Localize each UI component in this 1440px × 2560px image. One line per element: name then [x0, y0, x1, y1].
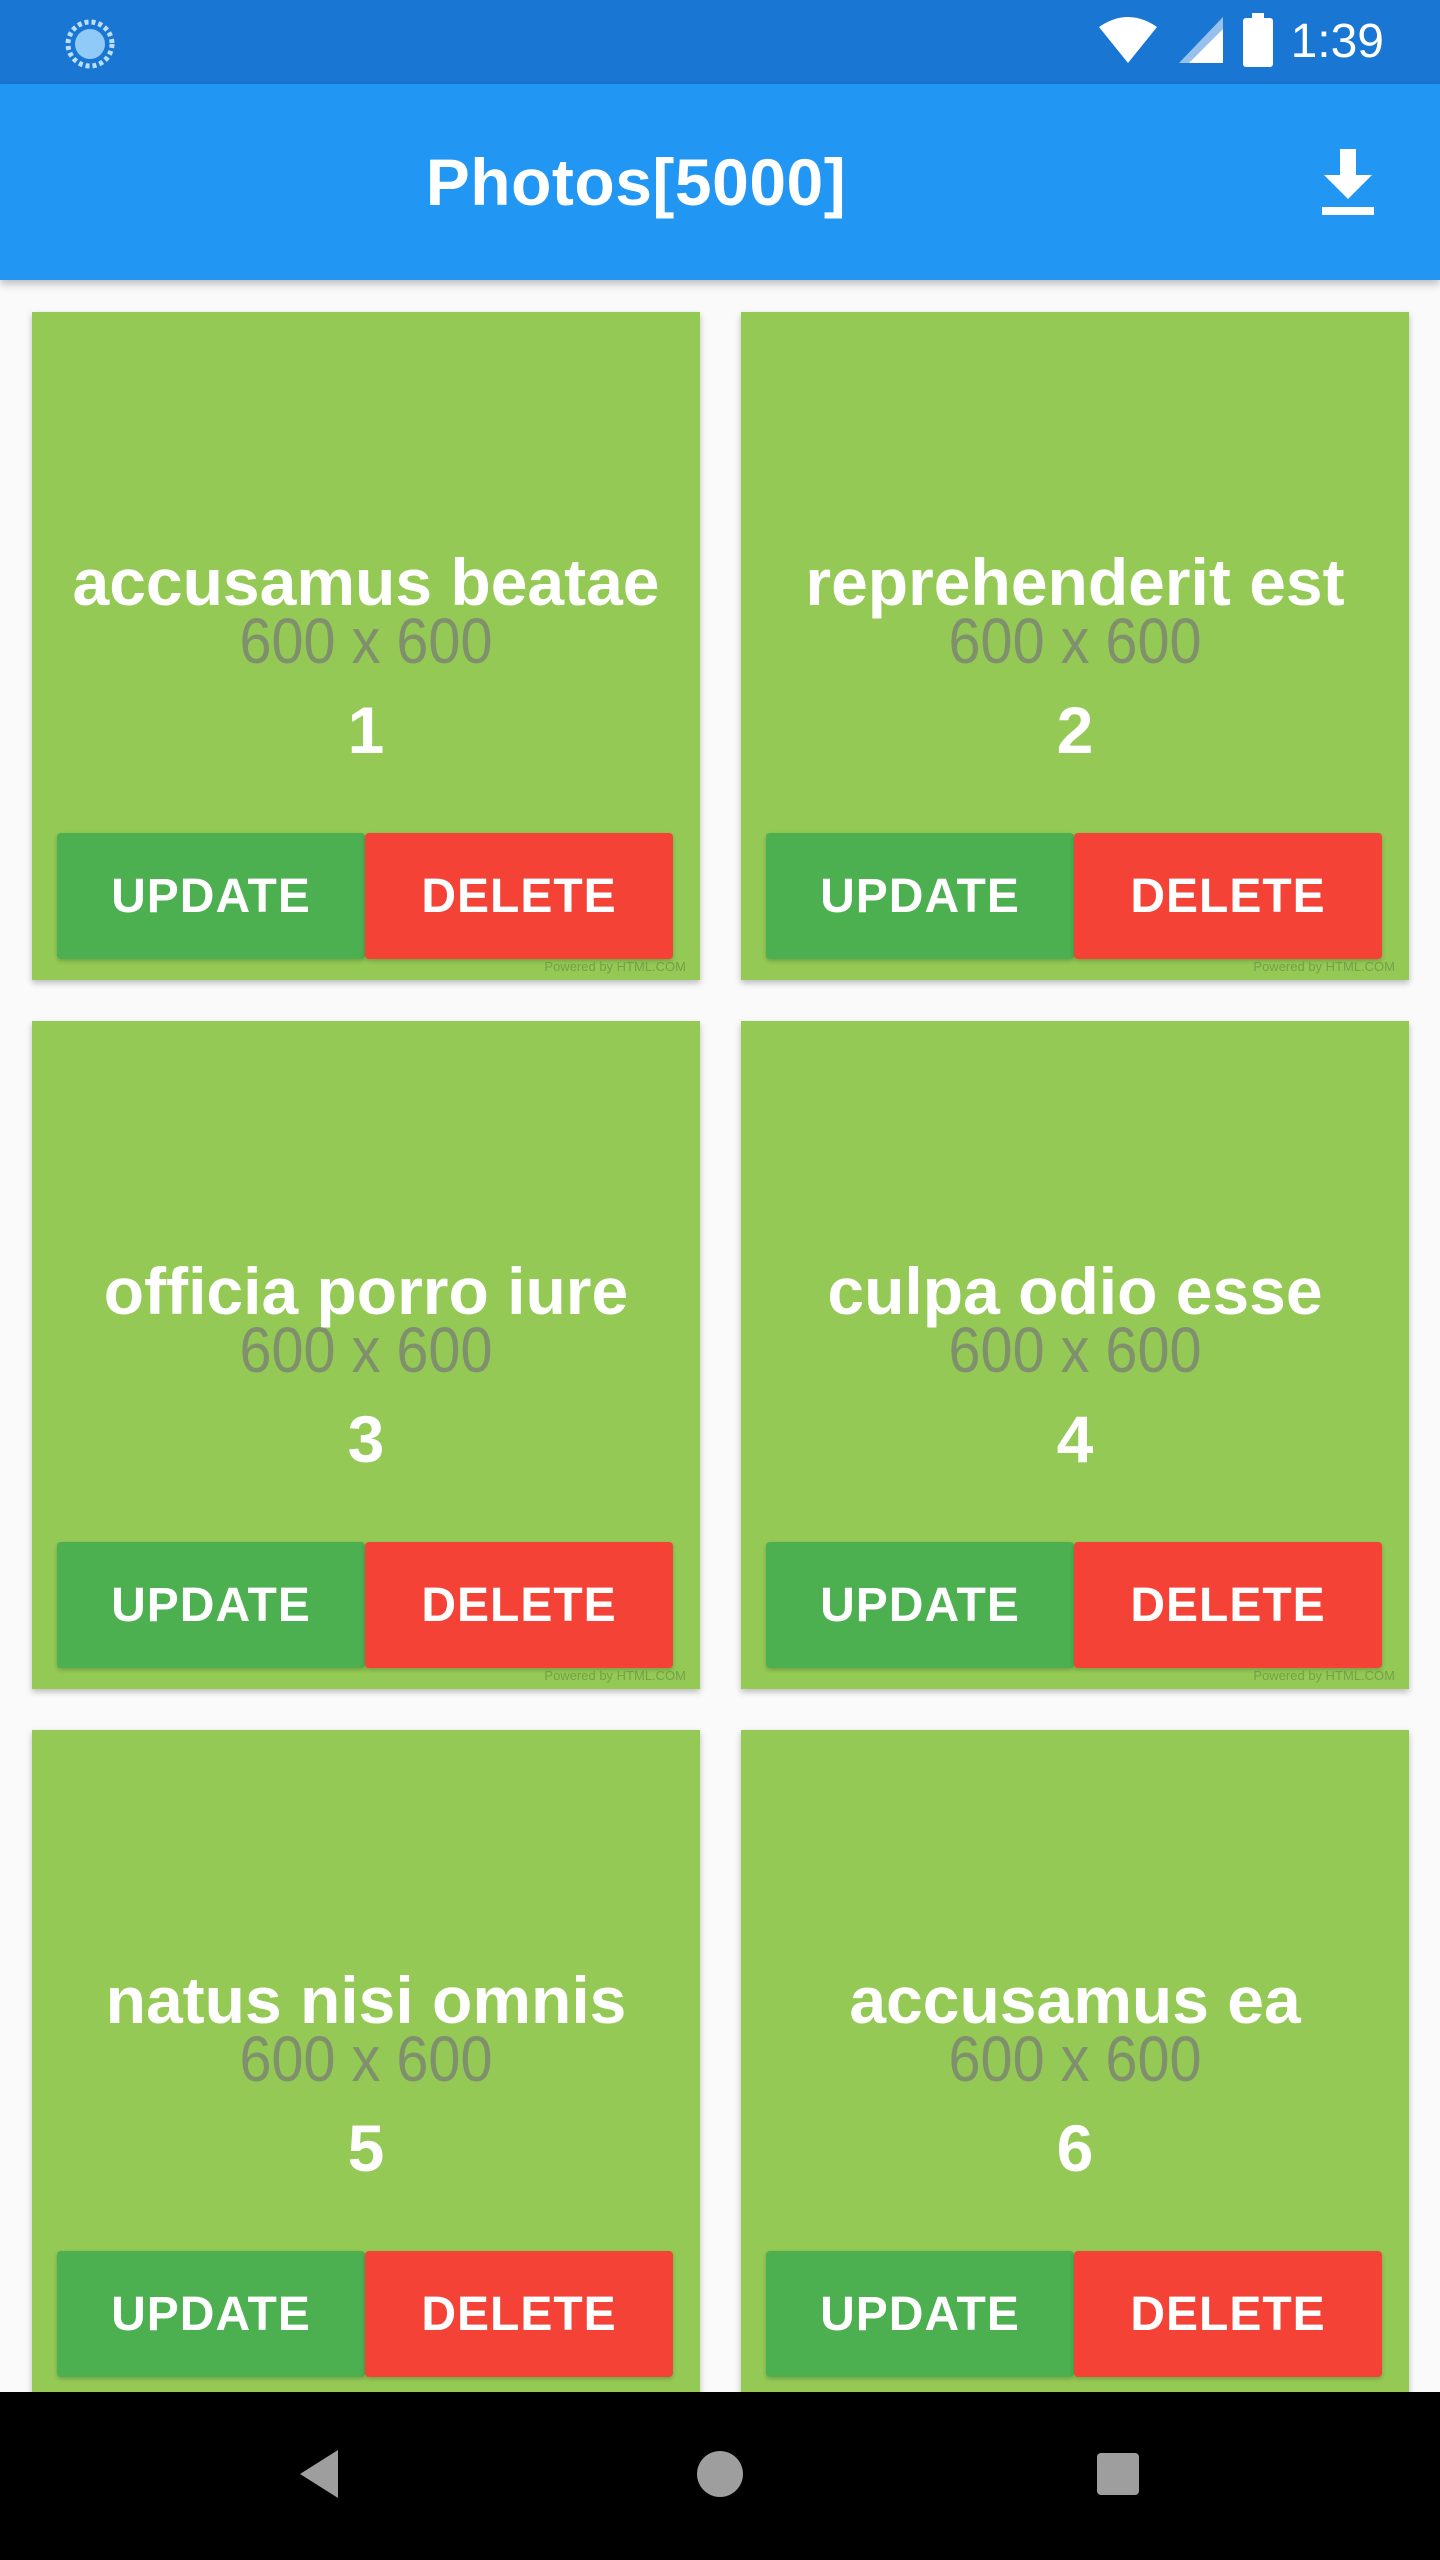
delete-button[interactable]: DELETE [365, 2251, 673, 2377]
update-button[interactable]: UPDATE [57, 833, 365, 959]
recents-button[interactable] [1078, 2436, 1158, 2516]
watermark: Powered by HTML.COM [1253, 1668, 1395, 1683]
recents-icon [1096, 2452, 1140, 2501]
photo-grid: accusamus beatae 600 x 600 1 UPDATE DELE… [0, 280, 1440, 2392]
card-actions: UPDATE DELETE [57, 2251, 673, 2377]
delete-button[interactable]: DELETE [1074, 833, 1382, 959]
wifi-icon [1097, 15, 1159, 70]
card-actions: UPDATE DELETE [57, 1542, 673, 1668]
card-id: 5 [347, 2111, 385, 2185]
watermark: Powered by HTML.COM [544, 1668, 686, 1683]
card-id: 4 [1056, 1402, 1094, 1476]
status-bar: 1:39 [0, 0, 1440, 84]
back-icon [296, 2448, 344, 2505]
watermark: Powered by HTML.COM [544, 959, 686, 974]
photo-card[interactable]: accusamus beatae 600 x 600 1 UPDATE DELE… [32, 312, 700, 980]
card-placeholder-dims: 600 x 600 [948, 1314, 1202, 1386]
card-placeholder-dims: 600 x 600 [239, 1314, 493, 1386]
battery-icon [1242, 12, 1273, 72]
home-icon [695, 2449, 745, 2504]
delete-button[interactable]: DELETE [1074, 1542, 1382, 1668]
update-button[interactable]: UPDATE [766, 1542, 1074, 1668]
delete-button[interactable]: DELETE [1074, 2251, 1382, 2377]
sync-icon [64, 18, 116, 70]
photo-card[interactable]: officia porro iure 600 x 600 3 UPDATE DE… [32, 1021, 700, 1689]
card-actions: UPDATE DELETE [766, 1542, 1382, 1668]
update-button[interactable]: UPDATE [57, 2251, 365, 2377]
download-icon [1320, 148, 1376, 220]
photo-card[interactable]: accusamus ea 600 x 600 6 UPDATE DELETE [741, 1730, 1409, 2392]
status-time: 1:39 [1290, 15, 1384, 68]
card-placeholder-dims: 600 x 600 [948, 2023, 1202, 2095]
card-actions: UPDATE DELETE [766, 2251, 1382, 2377]
delete-button[interactable]: DELETE [365, 833, 673, 959]
back-button[interactable] [280, 2436, 360, 2516]
card-actions: UPDATE DELETE [766, 833, 1382, 959]
photo-card[interactable]: reprehenderit est 600 x 600 2 UPDATE DEL… [741, 312, 1409, 980]
update-button[interactable]: UPDATE [766, 2251, 1074, 2377]
app-bar: Photos[5000] [0, 84, 1440, 280]
card-id: 3 [347, 1402, 385, 1476]
photo-card[interactable]: culpa odio esse 600 x 600 4 UPDATE DELET… [741, 1021, 1409, 1689]
page-title: Photos[5000] [425, 145, 847, 219]
update-button[interactable]: UPDATE [57, 1542, 365, 1668]
home-button[interactable] [680, 2436, 760, 2516]
delete-button[interactable]: DELETE [365, 1542, 673, 1668]
status-icons: 1:39 [1097, 0, 1384, 84]
card-placeholder-dims: 600 x 600 [239, 2023, 493, 2095]
card-actions: UPDATE DELETE [57, 833, 673, 959]
card-id: 6 [1056, 2111, 1094, 2185]
photo-card[interactable]: natus nisi omnis 600 x 600 5 UPDATE DELE… [32, 1730, 700, 2392]
card-placeholder-dims: 600 x 600 [239, 605, 493, 677]
card-placeholder-dims: 600 x 600 [948, 605, 1202, 677]
cell-signal-icon [1177, 15, 1225, 70]
card-id: 1 [347, 693, 385, 767]
download-button[interactable] [1300, 136, 1396, 232]
update-button[interactable]: UPDATE [766, 833, 1074, 959]
navigation-bar [0, 2392, 1440, 2560]
card-id: 2 [1056, 693, 1094, 767]
watermark: Powered by HTML.COM [1253, 959, 1395, 974]
